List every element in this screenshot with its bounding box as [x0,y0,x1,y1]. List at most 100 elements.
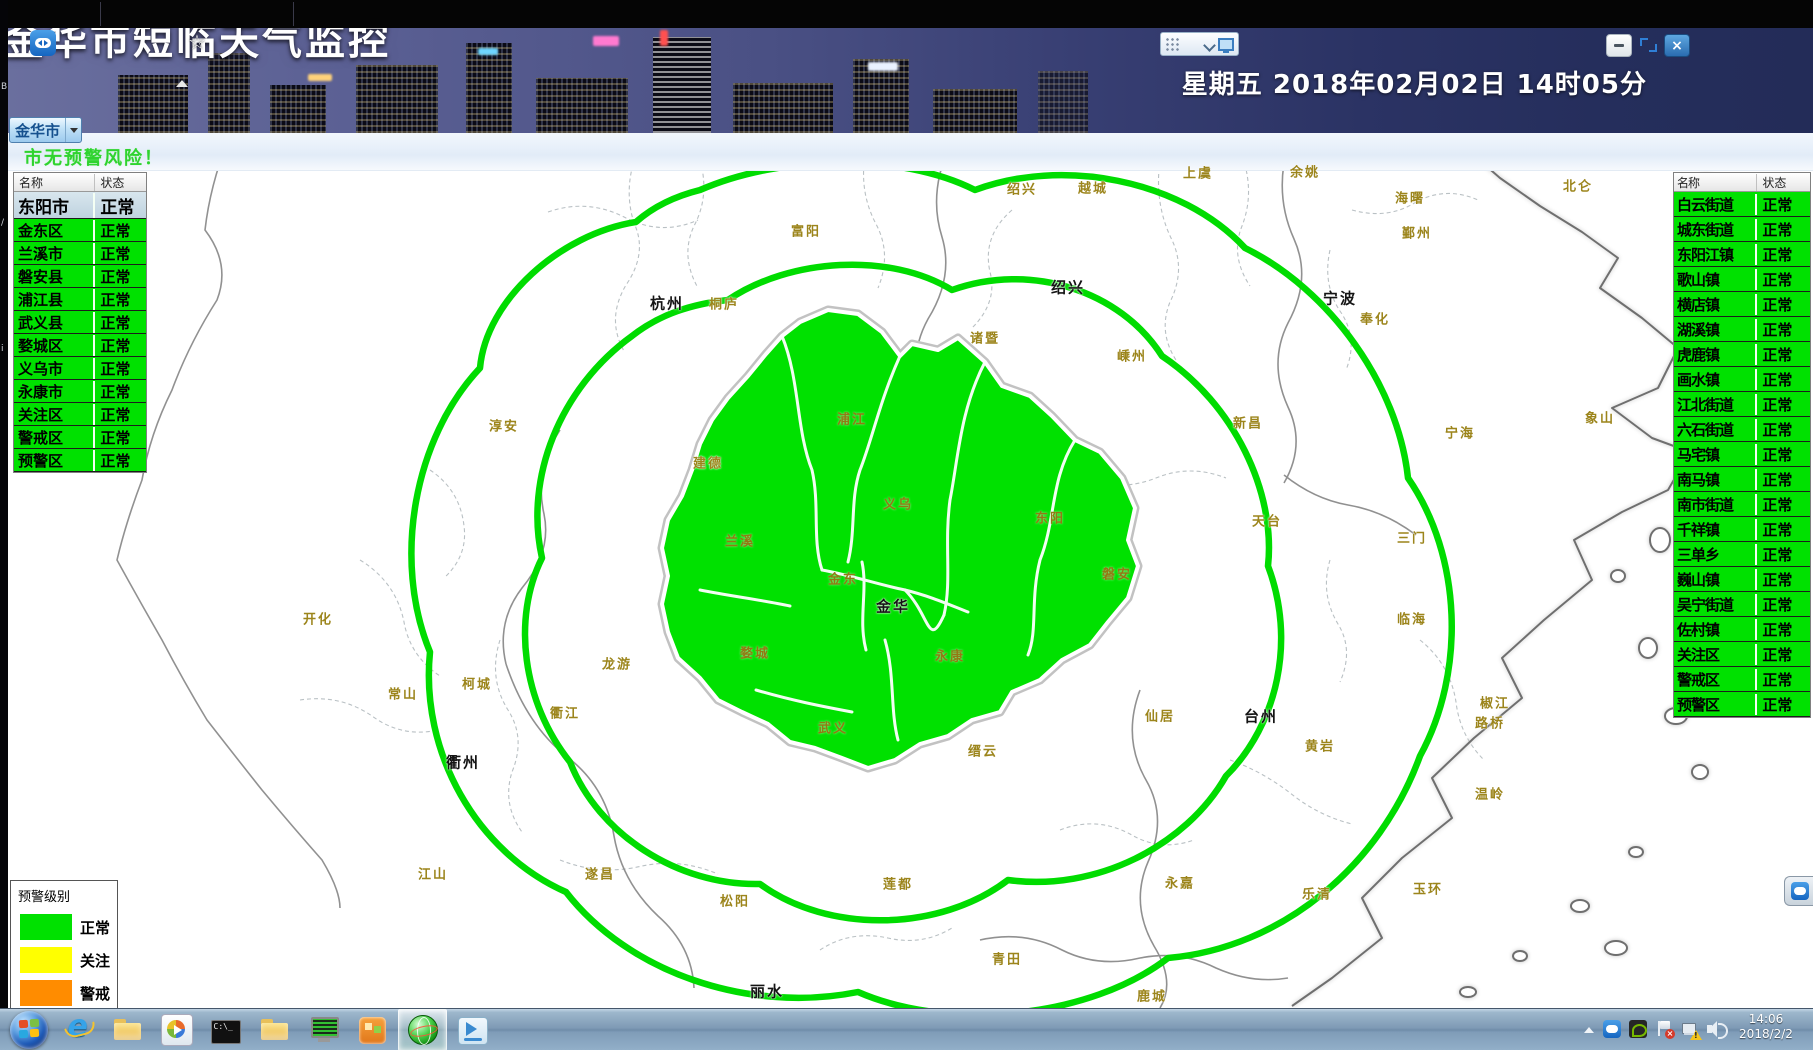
resize-button[interactable] [1636,34,1660,55]
network-status-icon[interactable] [1681,1020,1699,1038]
歌山镇[interactable]: 歌山镇 正常 [1674,267,1810,292]
马宅镇[interactable]: 马宅镇 正常 [1674,442,1810,467]
ie-browser-icon[interactable] [55,1010,102,1050]
chevron-down-icon[interactable] [1203,39,1213,49]
三单乡[interactable]: 三单乡 正常 [1674,542,1810,567]
weather-monitor-app-icon[interactable] [398,1009,447,1050]
义乌市[interactable]: 义乌市 正常 [14,357,146,380]
legend-label: 关注 [80,950,110,971]
video-player-icon[interactable] [449,1010,496,1050]
teamviewer-icon [1791,882,1809,900]
town-status: 正常 [1757,619,1810,640]
column-header-name: 名称 [14,174,95,191]
警戒区[interactable]: 警戒区 正常 [1674,667,1810,692]
预警区[interactable]: 预警区 正常 [1674,692,1810,717]
district-status: 正常 [95,404,146,425]
teamviewer-side-tab[interactable] [1784,876,1813,906]
江北街道[interactable]: 江北街道 正常 [1674,392,1810,417]
building-silhouette [466,43,512,133]
town-status: 正常 [1757,494,1810,515]
town-name: 歌山镇 [1674,269,1757,290]
legend-color-swatch [20,914,72,940]
teamviewer-icon[interactable] [30,30,56,56]
file-explorer-icon[interactable] [104,1010,151,1050]
close-button[interactable]: × [1664,34,1690,57]
building-silhouette [356,65,438,133]
town-status: 正常 [1757,344,1810,365]
预警区[interactable]: 预警区 正常 [14,449,146,472]
district-status: 正常 [95,335,146,356]
teamviewer-tray-icon[interactable] [1603,1020,1621,1038]
婺城区[interactable]: 婺城区 正常 [14,334,146,357]
画水镇[interactable]: 画水镇 正常 [1674,367,1810,392]
town-status: 正常 [1757,219,1810,240]
city-selector-dropdown[interactable]: 金华市 [9,117,82,143]
show-hidden-icons-arrow[interactable] [1583,1023,1595,1035]
横店镇[interactable]: 横店镇 正常 [1674,292,1810,317]
building-silhouette [933,89,1017,133]
town-status: 正常 [1757,294,1810,315]
关注区[interactable]: 关注区 正常 [14,403,146,426]
command-prompt-icon[interactable] [202,1010,249,1050]
legend-label: 正常 [80,917,110,938]
media-player-icon[interactable] [153,1010,200,1050]
start-button[interactable] [10,1011,48,1049]
town-name: 南市街道 [1674,494,1757,515]
action-center-flag-icon[interactable]: × [1655,1020,1673,1038]
town-name: 关注区 [1674,644,1757,665]
白云街道[interactable]: 白云街道 正常 [1674,192,1810,217]
district-status: 正常 [95,358,146,379]
南市街道[interactable]: 南市街道 正常 [1674,492,1810,517]
jinhua-region [662,310,1138,768]
office-app-icon[interactable] [349,1010,396,1050]
taskbar-clock[interactable]: 14:06 2018/2/2 [1729,1012,1803,1042]
town-name: 湖溪镇 [1674,319,1757,340]
金东区[interactable]: 金东区 正常 [14,219,146,242]
volume-icon[interactable] [1707,1020,1725,1038]
table-header: 名称 状态 [1674,173,1810,192]
湖溪镇[interactable]: 湖溪镇 正常 [1674,317,1810,342]
武义县[interactable]: 武义县 正常 [14,311,146,334]
关注区[interactable]: 关注区 正常 [1674,642,1810,667]
grid-icon[interactable] [1165,37,1179,51]
remote-monitor-icon[interactable] [300,1010,347,1050]
六石街道[interactable]: 六石街道 正常 [1674,417,1810,442]
永康市[interactable]: 永康市 正常 [14,380,146,403]
佐村镇[interactable]: 佐村镇 正常 [1674,617,1810,642]
巍山镇[interactable]: 巍山镇 正常 [1674,567,1810,592]
浦江县[interactable]: 浦江县 正常 [14,288,146,311]
town-name: 城东街道 [1674,219,1757,240]
town-name: 警戒区 [1674,669,1757,690]
fullscreen-icon[interactable] [1184,37,1198,51]
town-name: 巍山镇 [1674,569,1757,590]
town-name: 预警区 [1674,694,1757,715]
磐安县[interactable]: 磐安县 正常 [14,265,146,288]
town-name: 东阳江镇 [1674,244,1757,265]
fonts-folder-icon[interactable] [251,1010,298,1050]
favorite-star-icon[interactable]: ☆ [188,30,206,54]
district-name: 义乌市 [14,358,95,379]
东阳江镇[interactable]: 东阳江镇 正常 [1674,242,1810,267]
column-header-name: 名称 [1674,174,1757,191]
legend-title: 预警级别 [11,881,117,907]
city-selector-value: 金华市 [10,120,65,141]
警戒区[interactable]: 警戒区 正常 [14,426,146,449]
weather-map[interactable] [0,133,1813,1008]
虎鹿镇[interactable]: 虎鹿镇 正常 [1674,342,1810,367]
吴宁街道[interactable]: 吴宁街道 正常 [1674,592,1810,617]
minimize-button[interactable] [1606,34,1632,57]
南马镇[interactable]: 南马镇 正常 [1674,467,1810,492]
城东街道[interactable]: 城东街道 正常 [1674,217,1810,242]
town-name: 三单乡 [1674,544,1757,565]
start-flag-pane [19,1030,29,1039]
东阳市[interactable]: 东阳市 正常 [14,192,146,219]
district-status: 正常 [95,243,146,264]
town-name: 虎鹿镇 [1674,344,1757,365]
district-status: 正常 [95,193,146,218]
千祥镇[interactable]: 千祥镇 正常 [1674,517,1810,542]
monitor-icon[interactable] [1218,38,1234,51]
remote-session-toolbar[interactable] [1160,32,1239,56]
nvidia-tray-icon[interactable] [1629,1020,1647,1038]
district-status: 正常 [95,266,146,287]
兰溪市[interactable]: 兰溪市 正常 [14,242,146,265]
